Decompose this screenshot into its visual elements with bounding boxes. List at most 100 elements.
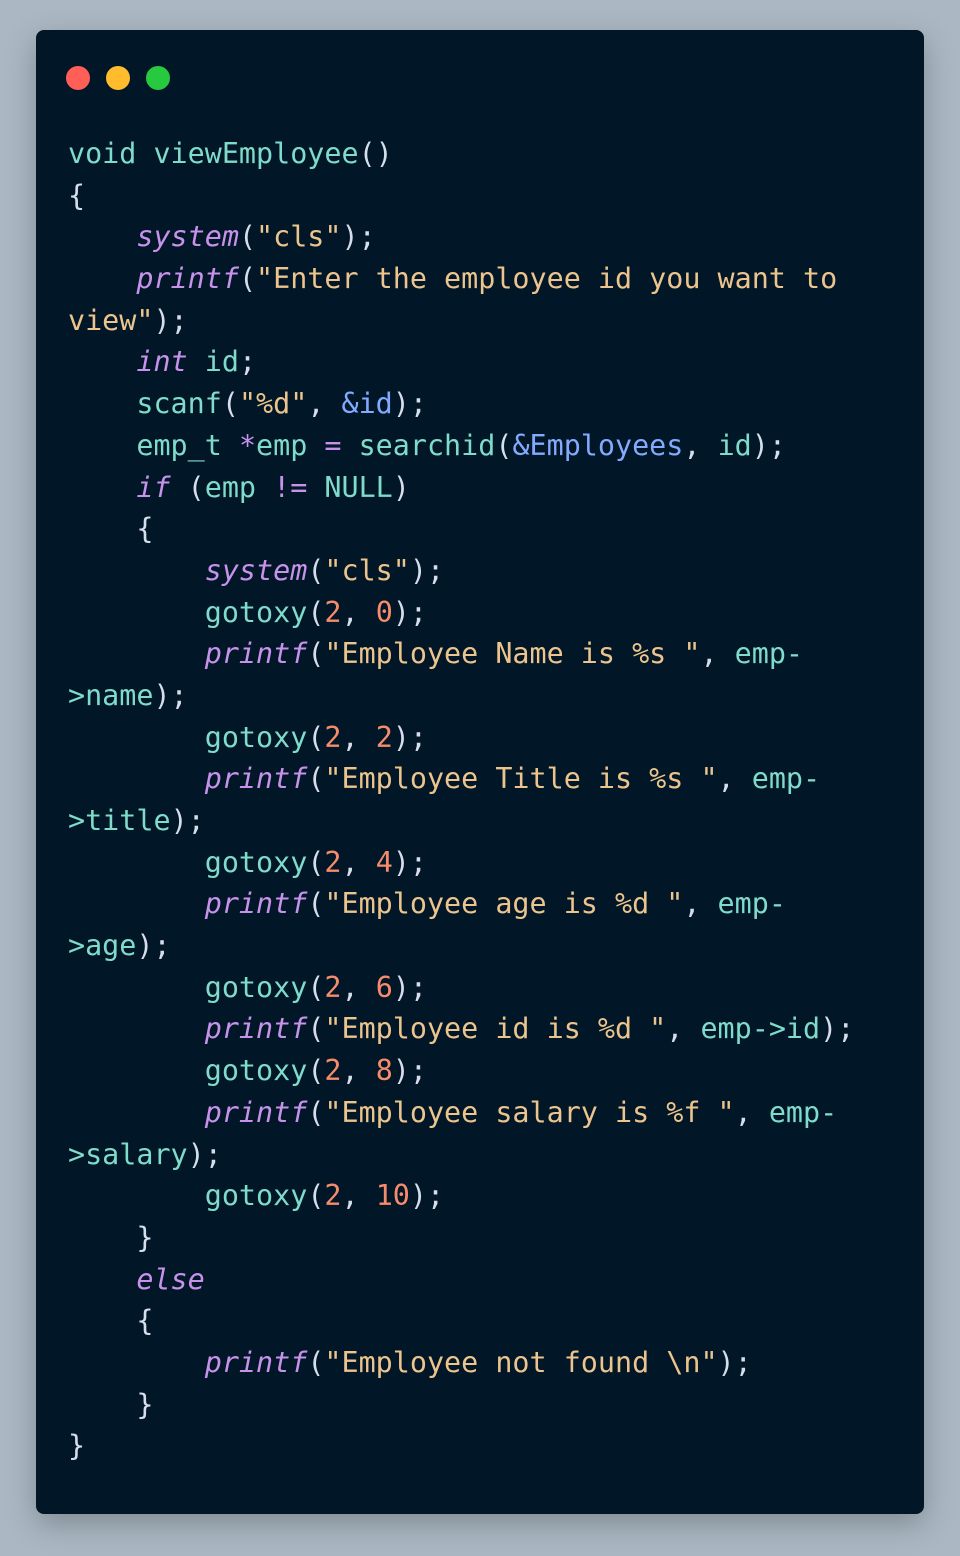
code-token: ,	[700, 637, 735, 671]
code-line: gotoxy(2, 4);	[68, 842, 898, 884]
code-line: printf("Employee age is %d ", emp-	[68, 883, 898, 925]
code-token: );	[341, 220, 376, 254]
code-token: ()	[358, 137, 393, 170]
code-token: );	[170, 804, 205, 837]
code-token: ,	[683, 428, 718, 462]
code-token: &id	[341, 387, 393, 421]
code-token: (	[307, 970, 325, 1004]
code-line: >title);	[68, 800, 898, 842]
code-token: gotoxy	[204, 970, 308, 1004]
code-token: ,	[341, 845, 376, 879]
code-line: else	[68, 1259, 898, 1301]
code-token: 2	[324, 970, 342, 1004]
code-token: emp->id	[700, 1012, 821, 1046]
code-window: void viewEmployee(){ system("cls"); prin…	[36, 30, 924, 1514]
code-token: (	[307, 553, 325, 587]
code-token: );	[153, 678, 188, 712]
code-token: printf	[204, 1095, 308, 1129]
code-token: }	[68, 1429, 86, 1463]
code-token: );	[409, 553, 445, 587]
code-line: gotoxy(2, 8);	[68, 1050, 898, 1092]
code-token: );	[820, 1012, 855, 1046]
code-token: *	[238, 428, 257, 462]
code-token: >title	[68, 804, 171, 837]
code-token: 2	[375, 720, 393, 754]
code-line: printf("Employee id is %d ", emp->id);	[68, 1008, 898, 1050]
code-token: );	[136, 929, 171, 963]
code-token: emp	[204, 470, 274, 504]
code-line: printf("Employee Name is %s ", emp-	[68, 633, 898, 675]
code-line: emp_t *emp = searchid(&Employees, id);	[68, 425, 898, 467]
code-token: 2	[324, 1179, 342, 1213]
code-token: system	[136, 220, 239, 254]
code-token: );	[751, 428, 786, 462]
code-token: ,	[341, 595, 376, 629]
code-token: "Enter the employee id you want to	[256, 262, 838, 296]
code-token: >name	[68, 678, 154, 712]
code-token: !=	[273, 470, 308, 504]
code-token: ,	[666, 1012, 701, 1046]
code-token: if	[136, 470, 171, 504]
code-line: {	[68, 175, 898, 217]
code-line: >salary);	[68, 1134, 898, 1176]
code-token: id	[187, 345, 239, 379]
close-dot-icon	[66, 66, 90, 90]
code-token: else	[136, 1262, 205, 1296]
code-token: NULL	[307, 470, 393, 504]
code-line: int id;	[68, 341, 898, 383]
window-controls	[66, 66, 170, 90]
code-token: );	[153, 303, 188, 337]
code-token: "Employee Name is %s "	[324, 637, 701, 671]
code-token: ,	[341, 1054, 376, 1088]
code-token: (	[170, 470, 205, 504]
code-token: (	[307, 1012, 325, 1046]
code-token: 2	[324, 595, 342, 629]
code-token: >salary	[68, 1137, 188, 1171]
code-token: emp-	[751, 762, 821, 796]
code-token: (	[307, 595, 325, 629]
code-token: (	[307, 1345, 325, 1379]
code-token: ,	[307, 387, 342, 421]
code-line: printf("Enter the employee id you want t…	[68, 258, 898, 300]
code-token: (	[307, 1054, 325, 1088]
code-line: }	[68, 1425, 898, 1467]
code-token: "Employee not found \n"	[324, 1345, 718, 1379]
code-token: );	[392, 845, 427, 879]
code-token: (	[307, 1095, 325, 1129]
code-token: "Employee id is %d "	[324, 1012, 667, 1046]
minimize-dot-icon	[106, 66, 130, 90]
code-token: 0	[375, 595, 393, 629]
code-token: (	[238, 220, 257, 254]
code-token: emp_t	[136, 428, 239, 462]
code-token: 10	[375, 1179, 410, 1213]
code-line: printf("Employee not found \n");	[68, 1342, 898, 1384]
code-line: void viewEmployee()	[68, 133, 898, 175]
code-token: 4	[375, 845, 393, 879]
code-token: id	[717, 428, 752, 462]
code-token: "Employee salary is %f "	[324, 1095, 735, 1129]
code-token: );	[409, 1179, 445, 1213]
code-token: view"	[68, 303, 154, 337]
code-token: );	[392, 720, 427, 754]
code-line: gotoxy(2, 0);	[68, 592, 898, 634]
code-token: printf	[204, 1345, 308, 1379]
code-token: "cls"	[256, 220, 342, 254]
code-token: ,	[683, 887, 718, 921]
code-token: gotoxy	[204, 595, 308, 629]
code-token: gotoxy	[204, 845, 308, 879]
